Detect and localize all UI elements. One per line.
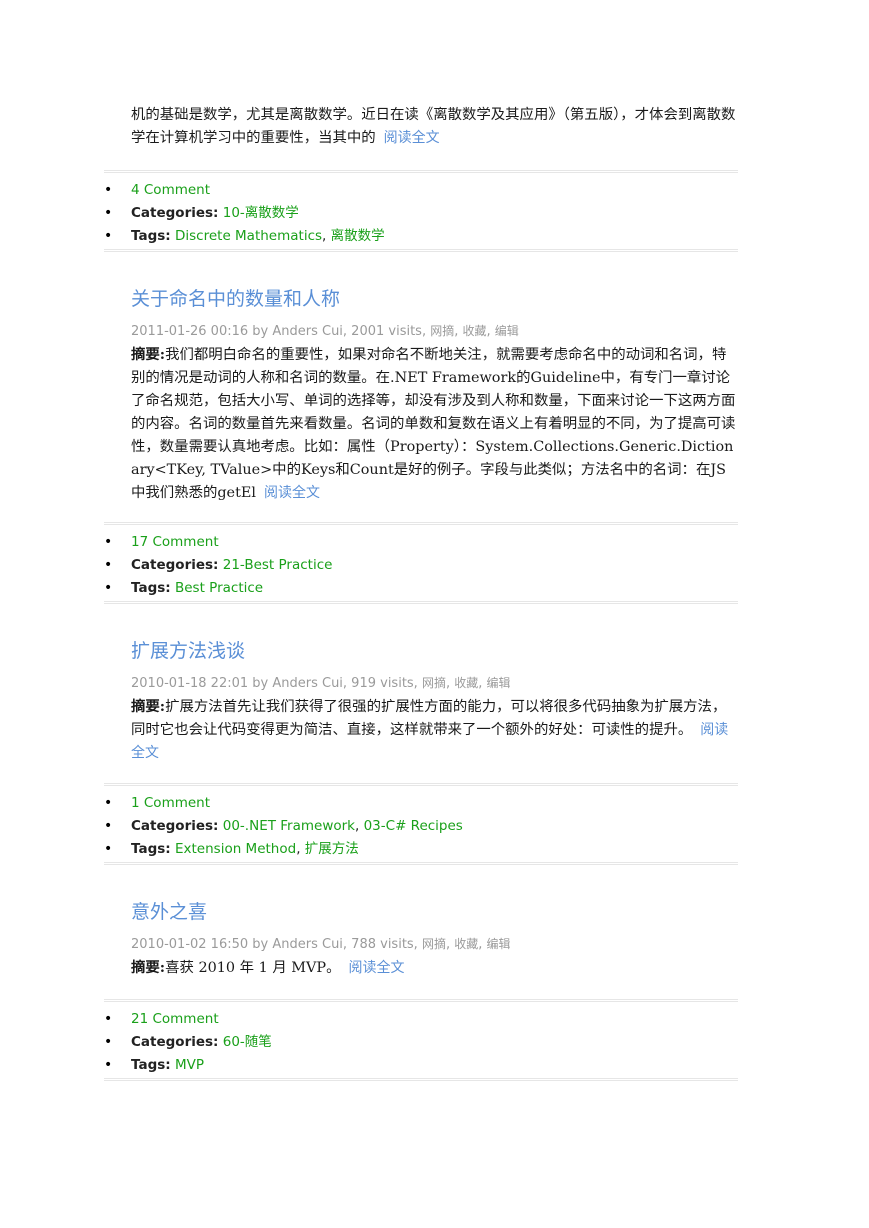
post-meta-list: • 21 Comment • Categories: 60-随笔 • Tags: MV… <box>104 1008 738 1076</box>
bullet-icon: • <box>104 1033 113 1050</box>
categories-item: • Categories: 60-随笔 <box>104 1031 738 1054</box>
tags-item: • Tags: Discrete Mathematics, 离散数学 <box>104 225 738 248</box>
category-link[interactable]: 03-C# Recipes <box>364 818 463 834</box>
category-link[interactable]: 21-Best Practice <box>223 557 333 573</box>
summary-label: 摘要: <box>131 698 166 715</box>
post-divider <box>104 783 738 786</box>
bullet-icon: • <box>104 204 113 221</box>
post-divider <box>104 999 738 1002</box>
comment-count-link[interactable]: 1 Comment <box>131 795 210 811</box>
categories-label: Categories: <box>131 556 219 573</box>
post-date-author-visits: 2011-01-26 00:16 by Anders Cui, 2001 vis… <box>131 324 427 339</box>
post-summary-text: 扩展方法首先让我们获得了很强的扩展性方面的能力，可以将很多代码抽象为扩展方法，同… <box>131 699 727 738</box>
favorite-link[interactable]: 收藏 <box>463 324 487 338</box>
blog-post-list: 机的基础是数学，尤其是离散数学。近日在读《离散数学及其应用》（第五版），才体会到… <box>0 0 869 1228</box>
post-divider <box>104 522 738 525</box>
comment-count-item: • 21 Comment <box>104 1008 738 1031</box>
post-title-link[interactable]: 意外之喜 <box>131 897 207 924</box>
read-more-link[interactable]: 阅读全文 <box>264 485 320 501</box>
tags-label: Tags: <box>131 579 171 596</box>
bullet-icon: • <box>104 556 113 573</box>
categories-item: • Categories: 10-离散数学 <box>104 202 738 225</box>
bullet-icon: • <box>104 534 113 550</box>
post-date-author-visits: 2010-01-02 16:50 by Anders Cui, 788 visi… <box>131 937 418 952</box>
bullet-icon: • <box>104 795 113 811</box>
bullet-icon: • <box>104 227 113 244</box>
category-link[interactable]: 10-离散数学 <box>223 205 299 221</box>
post-title-link[interactable]: 扩展方法浅谈 <box>131 636 245 663</box>
digest-link[interactable]: 网摘 <box>422 937 446 951</box>
post-meta-list: • 17 Comment • Categories: 21-Best Practic… <box>104 531 738 599</box>
edit-link[interactable]: 编辑 <box>495 324 519 338</box>
post-summary-text: 喜获 2010 年 1 月 MVP。 <box>165 960 341 976</box>
tag-link[interactable]: 离散数学 <box>331 228 385 244</box>
categories-item: • Categories: 00-.NET Framework, 03-C# Re… <box>104 815 738 838</box>
tag-link[interactable]: Extension Method <box>175 841 296 857</box>
tags-item: • Tags: MVP <box>104 1054 738 1077</box>
categories-label: Categories: <box>131 817 219 834</box>
comment-count-item: • 4 Comment <box>104 179 738 202</box>
comment-count-link[interactable]: 4 Comment <box>131 182 210 198</box>
bullet-icon: • <box>104 1011 113 1027</box>
summary-label: 摘要: <box>131 346 166 363</box>
tag-link[interactable]: MVP <box>175 1057 204 1073</box>
post-meta-line: 2010-01-02 16:50 by Anders Cui, 788 visi… <box>131 937 511 952</box>
post-summary: 机的基础是数学，尤其是离散数学。近日在读《离散数学及其应用》（第五版），才体会到… <box>131 104 739 150</box>
tag-link[interactable]: 扩展方法 <box>305 841 359 857</box>
post-title-link[interactable]: 关于命名中的数量和人称 <box>131 284 340 311</box>
tags-label: Tags: <box>131 227 171 244</box>
post-summary-text: 我们都明白命名的重要性，如果对命名不断地关注，就需要考虑命名中的动词和名词，特别… <box>131 347 736 501</box>
tag-link[interactable]: Best Practice <box>175 580 263 596</box>
category-link[interactable]: 60-随笔 <box>223 1034 272 1050</box>
comment-count-item: • 17 Comment <box>104 531 738 554</box>
post-meta-list: • 1 Comment • Categories: 00-.NET Framewor… <box>104 792 738 860</box>
category-link[interactable]: 00-.NET Framework <box>223 818 355 834</box>
post-divider <box>104 1078 738 1081</box>
post-divider <box>104 249 738 252</box>
categories-label: Categories: <box>131 1033 219 1050</box>
comment-count-link[interactable]: 17 Comment <box>131 534 219 550</box>
post-meta-list: • 4 Comment • Categories: 10-离散数学 • Tags: D… <box>104 179 738 247</box>
summary-label: 摘要: <box>131 959 166 976</box>
digest-link[interactable]: 网摘 <box>422 676 446 690</box>
tags-label: Tags: <box>131 1056 171 1073</box>
categories-label: Categories: <box>131 204 219 221</box>
comment-count-item: • 1 Comment <box>104 792 738 815</box>
bullet-icon: • <box>104 182 113 198</box>
read-more-link[interactable]: 阅读全文 <box>349 960 405 976</box>
favorite-link[interactable]: 收藏 <box>454 676 478 690</box>
edit-link[interactable]: 编辑 <box>487 937 511 951</box>
bullet-icon: • <box>104 579 113 596</box>
tags-item: • Tags: Extension Method, 扩展方法 <box>104 838 738 861</box>
digest-link[interactable]: 网摘 <box>430 324 454 338</box>
tag-link[interactable]: Discrete Mathematics <box>175 228 322 244</box>
post-summary: 摘要:喜获 2010 年 1 月 MVP。 阅读全文 <box>131 956 739 980</box>
post-date-author-visits: 2010-01-18 22:01 by Anders Cui, 919 visi… <box>131 676 418 691</box>
post-divider <box>104 862 738 865</box>
tags-item: • Tags: Best Practice <box>104 577 738 600</box>
post-divider <box>104 601 738 604</box>
post-summary: 摘要:我们都明白命名的重要性，如果对命名不断地关注，就需要考虑命名中的动词和名词… <box>131 343 739 505</box>
bullet-icon: • <box>104 1056 113 1073</box>
read-more-link[interactable]: 阅读全文 <box>384 130 440 146</box>
favorite-link[interactable]: 收藏 <box>454 937 478 951</box>
tags-label: Tags: <box>131 840 171 857</box>
post-meta-line: 2010-01-18 22:01 by Anders Cui, 919 visi… <box>131 676 511 691</box>
post-summary: 摘要:扩展方法首先让我们获得了很强的扩展性方面的能力，可以将很多代码抽象为扩展方… <box>131 695 739 765</box>
edit-link[interactable]: 编辑 <box>487 676 511 690</box>
post-meta-line: 2011-01-26 00:16 by Anders Cui, 2001 vis… <box>131 324 519 339</box>
post-divider <box>104 170 738 173</box>
bullet-icon: • <box>104 817 113 834</box>
bullet-icon: • <box>104 840 113 857</box>
categories-item: • Categories: 21-Best Practice <box>104 554 738 577</box>
comment-count-link[interactable]: 21 Comment <box>131 1011 219 1027</box>
